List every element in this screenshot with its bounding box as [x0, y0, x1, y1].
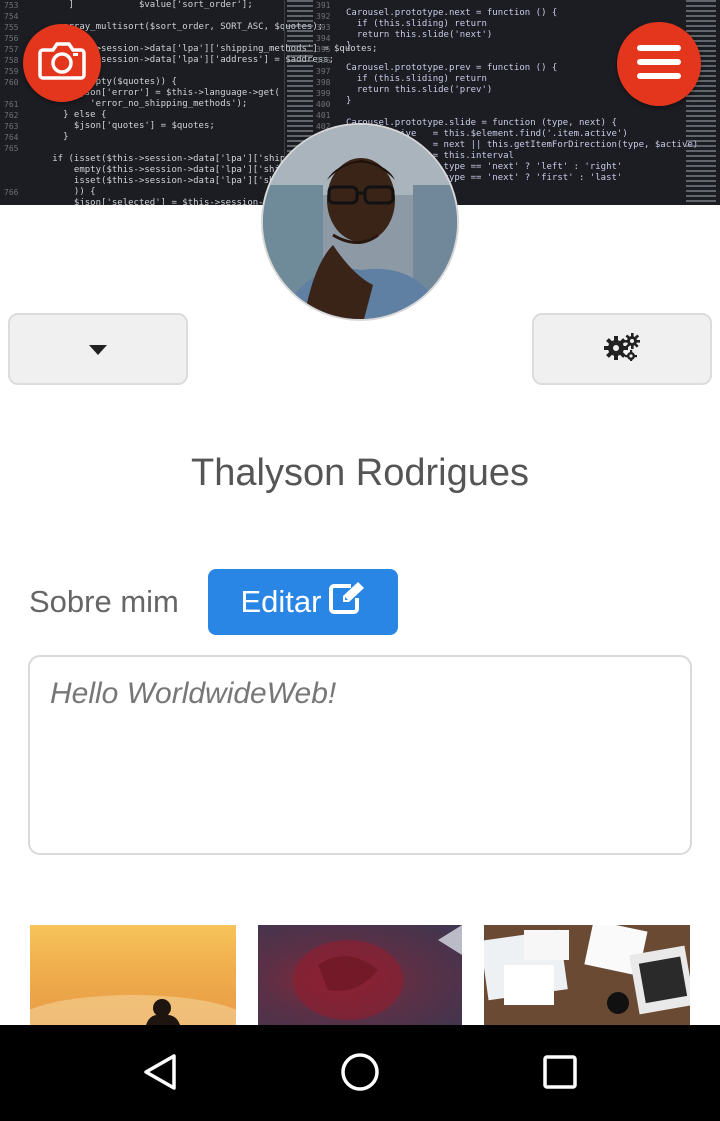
back-triangle-icon	[142, 1053, 178, 1095]
nav-back-button[interactable]	[135, 1049, 185, 1099]
gears-icon	[604, 333, 640, 365]
about-text: Hello WorldwideWeb!	[50, 677, 337, 710]
profile-name: Thalyson Rodrigues	[191, 452, 529, 494]
hamburger-menu-icon	[637, 44, 681, 84]
nav-recent-apps-button[interactable]	[535, 1049, 585, 1099]
edit-about-button[interactable]: Editar	[208, 569, 398, 635]
system-nav-bar	[0, 1025, 720, 1121]
cover-line-numbers: 753 754 755 756 757 758 759 760 761 762 …	[4, 1, 19, 197]
options-dropdown-button[interactable]	[8, 313, 188, 385]
about-text-box[interactable]: Hello WorldwideWeb!	[28, 655, 692, 855]
gallery-photo[interactable]	[258, 925, 462, 1025]
about-label: Sobre mim	[29, 584, 179, 619]
caret-down-icon	[89, 340, 107, 359]
settings-button[interactable]	[532, 313, 712, 385]
edit-square-icon	[329, 582, 365, 622]
camera-icon	[37, 41, 87, 85]
profile-avatar[interactable]	[261, 123, 459, 321]
change-cover-button[interactable]	[23, 24, 101, 102]
menu-button[interactable]	[617, 22, 701, 106]
gallery-photo[interactable]	[30, 925, 236, 1025]
gallery-photo[interactable]	[484, 925, 690, 1025]
home-circle-icon	[340, 1052, 380, 1096]
recent-square-icon	[542, 1054, 578, 1094]
nav-home-button[interactable]	[335, 1049, 385, 1099]
edit-button-label: Editar	[240, 584, 322, 619]
